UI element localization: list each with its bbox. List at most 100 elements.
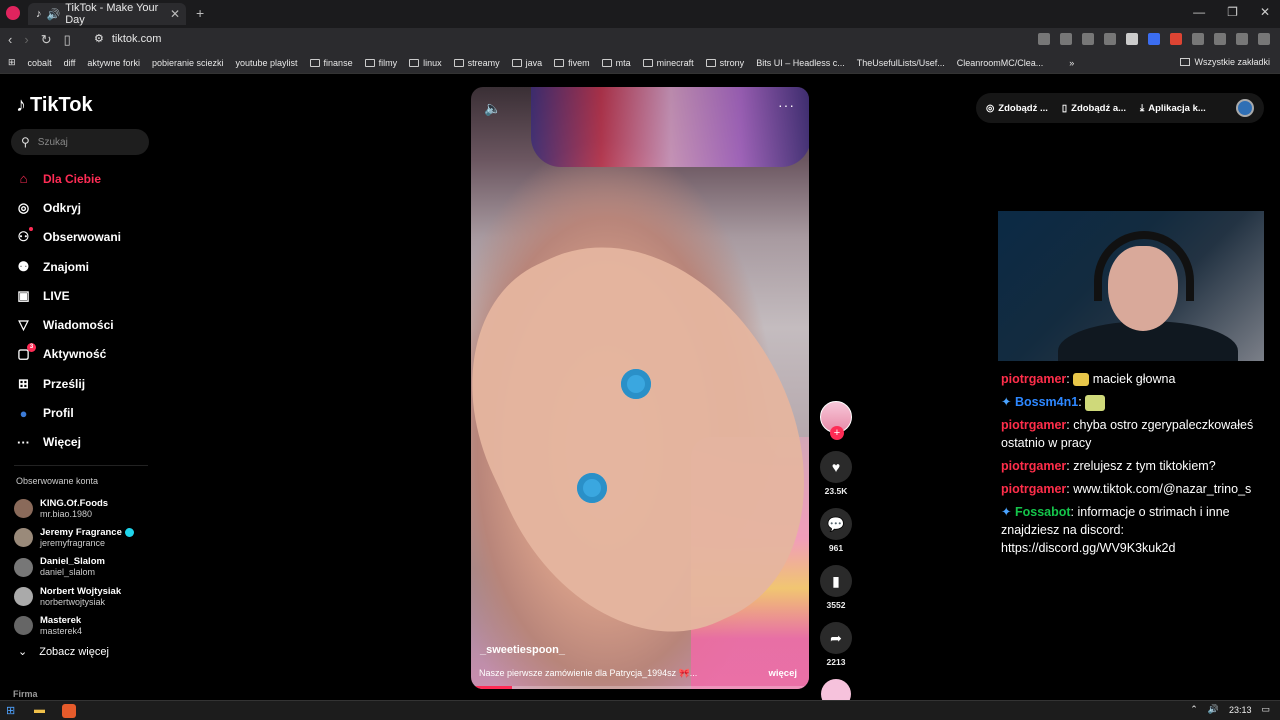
bookmark-item[interactable]: aktywne forki [87, 58, 140, 68]
verified-icon [124, 527, 134, 537]
heart-icon[interactable]: ♥ [820, 451, 852, 483]
all-bookmarks-button[interactable]: Wszystkie zakładki [1180, 57, 1270, 67]
bookmark-item[interactable]: diff [64, 58, 76, 68]
close-window-button[interactable]: ✕ [1260, 5, 1270, 19]
author-avatar[interactable]: + [820, 401, 852, 440]
brave-shield-icon[interactable] [1126, 33, 1138, 45]
video-progress-bar[interactable] [471, 686, 809, 689]
caption-more-button[interactable]: więcej [768, 668, 797, 679]
volume-tray-icon[interactable]: 🔊 [1208, 704, 1219, 715]
followed-account[interactable]: KING.Of.Foods mr.biao.1980 [14, 494, 134, 523]
bookmark-folder[interactable]: java [511, 58, 542, 68]
bookmark-folder[interactable]: streamy [453, 58, 500, 68]
followed-account[interactable]: Masterek masterek4 [14, 611, 134, 640]
bookmark-folder[interactable]: strony [705, 58, 744, 68]
bookmark-label: fivem [568, 57, 590, 68]
tiktok-logo[interactable]: ♪ TikTok [16, 94, 93, 117]
bookmark-folder[interactable]: minecraft [642, 58, 694, 68]
share-action[interactable]: ➦ 2213 [818, 622, 854, 667]
nav-item-dla-ciebie[interactable]: ⌂ Dla Ciebie [16, 164, 121, 193]
bookmark-page-icon[interactable]: ▯ [64, 32, 71, 48]
minimize-button[interactable]: — [1193, 5, 1205, 19]
user-avatar[interactable] [1236, 99, 1254, 117]
nav-item-obserwowani[interactable]: ⚇ Obserwowani [16, 223, 121, 252]
nav-item-wiadomosci[interactable]: ▽ Wiadomości [16, 310, 121, 339]
share-icon[interactable]: ➦ [820, 622, 852, 654]
followed-account[interactable]: Norbert Wojtysiak norbertwojtysiak [14, 582, 134, 611]
stream-chat: piotrgamer: maciek głowna ✦ Bossm4n1: pi… [1001, 370, 1271, 562]
bookmark-item[interactable]: Bits UI – Headless c... [756, 58, 845, 68]
site-info-icon[interactable]: ⚙ [94, 32, 104, 45]
tab-audio-icon[interactable]: 🔊 [47, 8, 61, 21]
bookmark-item[interactable]: pobieranie sciezki [152, 58, 224, 68]
tab-close-icon[interactable]: ✕ [170, 7, 180, 21]
bookmark-item[interactable]: cobalt [28, 58, 52, 68]
clock[interactable]: 23:13 [1229, 705, 1252, 715]
comment-icon[interactable]: 💬 [820, 508, 852, 540]
notifications-icon[interactable]: ▭ [1261, 704, 1270, 715]
bookmark-item[interactable]: CleanroomMC/Clea... [957, 58, 1044, 68]
video-player[interactable]: 🔈 ··· _sweetiespoon_ Nasze pierwsze zamó… [471, 87, 809, 689]
bookmark-folder[interactable]: fivem [554, 58, 590, 68]
following-icon: ⚇ [17, 229, 30, 245]
search-input[interactable]: ⚲ Szukaj [11, 129, 149, 155]
save-action[interactable]: ▮ 3552 [818, 565, 854, 610]
video-progress-fill [471, 686, 512, 689]
menu-icon[interactable] [1258, 33, 1270, 45]
bookmark-item[interactable]: TheUsefulLists/Usef... [857, 58, 945, 68]
bookmark-folder[interactable]: finanse [309, 58, 353, 68]
video-author[interactable]: _sweetiespoon_ [480, 644, 565, 656]
extensions-puzzle-icon[interactable] [1192, 33, 1204, 45]
nav-item-aktywnosc[interactable]: ▢ 3 Aktywność [16, 340, 121, 369]
see-more-button[interactable]: ⌄ Zobacz więcej [18, 645, 109, 659]
forward-icon[interactable]: › [24, 32, 28, 48]
extension-icon[interactable] [1148, 33, 1160, 45]
browser-menu-icon[interactable] [6, 6, 20, 20]
extension-icon[interactable] [1104, 33, 1116, 45]
volume-icon[interactable]: 🔈 [484, 100, 501, 117]
browser-tab[interactable]: ♪ 🔊 TikTok - Make Your Day ✕ [28, 2, 186, 26]
url-field[interactable]: ⚙ tiktok.com [94, 32, 161, 46]
get-app-button[interactable]: ▯ Zdobądź a... [1062, 103, 1126, 114]
tray-chevron-icon[interactable]: ⌃ [1190, 704, 1198, 715]
extension-icon[interactable] [1060, 33, 1072, 45]
get-coins-button[interactable]: ◎ Zdobądź ... [986, 103, 1048, 114]
extension-icon[interactable] [1170, 33, 1182, 45]
nav-item-odkryj[interactable]: ◎ Odkryj [16, 193, 121, 222]
start-icon[interactable]: ⊞ [6, 704, 20, 718]
tiktok-favicon-icon: ♪ [36, 8, 42, 20]
followed-account[interactable]: Daniel_Slalom daniel_slalom [14, 553, 134, 582]
extension-icon[interactable] [1082, 33, 1094, 45]
reload-icon[interactable]: ↻ [41, 32, 52, 48]
bookmark-folder[interactable]: filmy [364, 58, 397, 68]
more-options-icon[interactable]: ··· [778, 97, 795, 113]
follow-plus-icon[interactable]: + [830, 426, 844, 440]
like-action[interactable]: ♥ 23.5K [818, 451, 854, 496]
nav-item-live[interactable]: ▣ LIVE [16, 281, 121, 310]
extension-icon[interactable] [1038, 33, 1050, 45]
restore-button[interactable]: ❐ [1227, 5, 1238, 19]
followed-accounts-title: Obserwowane konta [16, 476, 99, 486]
nav-item-profil[interactable]: ● Profil [16, 398, 121, 427]
brave-taskbar-icon[interactable] [62, 704, 76, 718]
bookmarks-overflow-button[interactable]: » [1069, 58, 1074, 68]
apps-icon[interactable]: ⊞ [8, 57, 16, 68]
sidebar-icon[interactable] [1214, 33, 1226, 45]
account-handle: norbertwojtysiak [40, 596, 106, 607]
playlist-icon[interactable] [1236, 33, 1248, 45]
comment-action[interactable]: 💬 961 [818, 508, 854, 553]
nav-item-wiecej[interactable]: ··· Więcej [16, 428, 121, 457]
account-handle: mr.biao.1980 [40, 508, 93, 519]
desktop-app-button[interactable]: ⤓ Aplikacja k... [1140, 103, 1206, 114]
back-icon[interactable]: ‹ [8, 32, 12, 48]
account-handle: jeremyfragrance [40, 537, 106, 548]
followed-account[interactable]: Jeremy Fragrance jeremyfragrance [14, 523, 134, 552]
bookmark-icon[interactable]: ▮ [820, 565, 852, 597]
bookmark-item[interactable]: youtube playlist [236, 58, 298, 68]
file-explorer-icon[interactable]: ▬ [34, 704, 48, 718]
nav-item-przeslij[interactable]: ⊞ Prześlij [16, 369, 121, 398]
nav-item-znajomi[interactable]: ⚉ Znajomi [16, 252, 121, 281]
new-tab-button[interactable]: + [196, 5, 204, 21]
bookmark-folder[interactable]: linux [409, 58, 442, 68]
bookmark-folder[interactable]: mta [601, 58, 631, 68]
